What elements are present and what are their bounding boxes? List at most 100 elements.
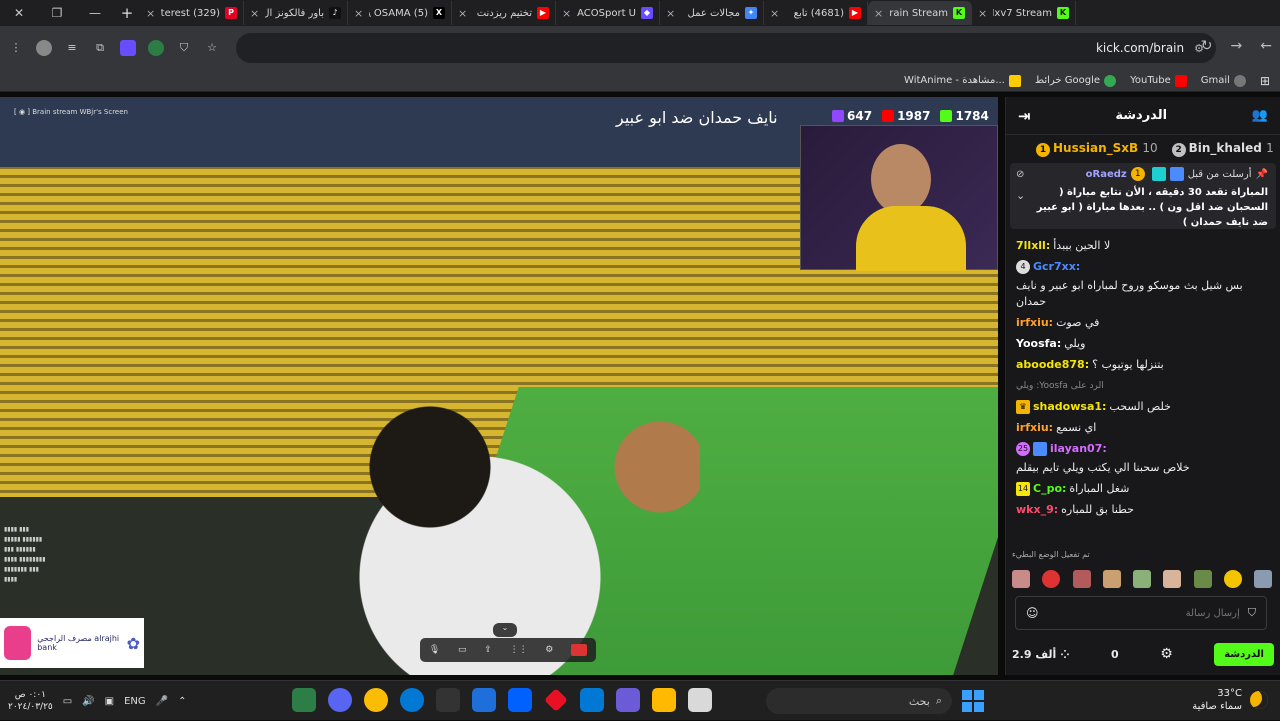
outlook-icon[interactable] <box>580 688 604 712</box>
tab-tiktok[interactable]: × باور فالكونز ال ♪ <box>244 1 348 25</box>
url-text[interactable]: kick.com/brain <box>1096 41 1184 55</box>
minimize-window-button[interactable]: — <box>76 6 114 20</box>
silver-rank-icon: 2 <box>1171 143 1186 157</box>
emote-icon[interactable] <box>1072 570 1091 588</box>
chevron-down-icon[interactable]: ⌄ <box>1016 189 1025 202</box>
close-tab-icon[interactable]: × <box>666 7 676 20</box>
battery-icon[interactable]: ▭ <box>63 696 72 707</box>
chrome-icon[interactable] <box>364 688 388 712</box>
pinned-text: المباراة تقعد 30 دقيقه ، الأن نتابع مبار… <box>1036 187 1268 228</box>
mic-icon[interactable]: 🎙 <box>429 645 440 655</box>
epic-games-icon[interactable] <box>436 688 460 712</box>
emote-icon[interactable] <box>1254 570 1272 588</box>
unpin-icon[interactable]: ⊘ <box>1016 169 1024 180</box>
bookmark-google-maps[interactable]: خرائط Google <box>1035 74 1117 87</box>
tab-nxv7-stream[interactable]: × Nxv7 Stream K <box>972 1 1076 25</box>
close-tab-icon[interactable]: × <box>458 7 468 20</box>
microphone-icon[interactable]: 🎤 <box>156 696 168 707</box>
crown-badge-icon: ♛ <box>1016 400 1030 414</box>
forward-icon[interactable]: → <box>1231 38 1243 54</box>
taskbar-app-icon[interactable] <box>544 688 568 712</box>
vip-badge-icon <box>1151 167 1166 181</box>
taskbar-app-icon[interactable] <box>472 688 496 712</box>
tab-jacosport[interactable]: × JACOSport U ◆ <box>556 1 660 25</box>
close-window-button[interactable]: ✕ <box>0 6 38 20</box>
apps-grid-icon[interactable]: ⊞ <box>1260 74 1270 88</box>
close-tab-icon[interactable]: × <box>250 7 260 20</box>
emote-icon[interactable] <box>1193 570 1212 588</box>
collapse-controls-button[interactable]: ⌄ <box>493 623 517 637</box>
grid-icon[interactable]: ⋮⋮ <box>510 645 528 655</box>
users-icon[interactable]: 👥 <box>1252 108 1268 123</box>
file-explorer-icon[interactable] <box>652 688 676 712</box>
close-tab-icon[interactable]: × <box>562 7 572 20</box>
edge-icon[interactable] <box>400 688 424 712</box>
chat-input-box: ☺ ⛉ <box>1015 596 1267 630</box>
chevron-up-icon[interactable]: ⌃ <box>178 696 186 707</box>
system-clock[interactable]: ٠:٠١ ص ٢٠٢٤/٠٣/٢٥ <box>8 689 53 713</box>
language-indicator[interactable]: ENG <box>124 696 146 707</box>
copilot-icon[interactable] <box>616 688 640 712</box>
gear-icon[interactable]: ⚙ <box>1160 646 1173 662</box>
taskbar-search[interactable]: بحث ⌕ <box>766 688 952 714</box>
close-tab-icon[interactable]: × <box>874 7 884 20</box>
network-icon[interactable]: ▣ <box>105 696 114 707</box>
window-controls: ✕ ❐ — <box>0 0 114 26</box>
bookmark-witanime[interactable]: WitAnime - مشاهدة... <box>900 74 1021 87</box>
volume-icon[interactable]: 🔊 <box>82 696 94 707</box>
close-tab-icon[interactable]: × <box>146 7 156 20</box>
sunglasses-emote-icon[interactable] <box>1223 570 1242 588</box>
restore-window-button[interactable]: ❐ <box>38 6 76 20</box>
tab-youtube-resident[interactable]: × تختيم ريزدنت ▶ <box>452 1 556 25</box>
new-tab-button[interactable]: + <box>114 4 140 22</box>
close-tab-icon[interactable]: × <box>978 7 988 20</box>
tab-youtube-follow[interactable]: × (4681) تابع ▶ <box>764 1 868 25</box>
dropbox-icon[interactable] <box>508 688 532 712</box>
collapse-chat-icon[interactable]: ⇥ <box>1018 107 1031 125</box>
leader-2[interactable]: 2 Bin_khaled 1 <box>1171 141 1274 157</box>
emote-icon[interactable] <box>1163 570 1182 588</box>
close-tab-icon[interactable]: × <box>770 7 780 20</box>
reload-icon[interactable]: ↻ <box>1201 38 1213 54</box>
chat-message: aboode878: بتنزلها يوتيوب ؟ <box>1016 358 1164 371</box>
shield-icon[interactable]: ⛉ <box>1248 606 1256 620</box>
profile-avatar[interactable] <box>36 40 52 56</box>
emote-icon[interactable] <box>1133 570 1151 588</box>
windows-start-icon[interactable] <box>962 690 984 712</box>
tab-x[interactable]: ×(5) X \ OSAMAX <box>348 1 452 25</box>
back-icon[interactable]: ← <box>1260 38 1272 54</box>
settings-icon[interactable]: ⚙ <box>545 645 553 655</box>
x-icon: X <box>433 7 445 19</box>
weather-widget[interactable]: 33°C سماء صافية <box>1192 687 1268 713</box>
emote-icon[interactable] <box>1102 570 1121 588</box>
taskbar-app-icon[interactable] <box>292 688 316 712</box>
shield-icon[interactable]: ⛉ <box>176 40 192 56</box>
tab-pinterest[interactable]: ×(329) PinterestP <box>140 1 244 25</box>
taskbar-app-icon[interactable] <box>688 688 712 712</box>
channel-points[interactable]: 0 <box>1111 648 1119 661</box>
viewer-count: 2.9 ألف ⁘ <box>1012 647 1070 661</box>
extensions-puzzle-icon[interactable]: ⧉ <box>92 40 108 56</box>
send-chat-button[interactable]: الدردشة <box>1214 642 1274 666</box>
reading-list-icon[interactable]: ≡ <box>64 40 80 56</box>
pinned-username[interactable]: oRaedz <box>1086 169 1127 180</box>
address-bar[interactable]: kick.com/brain ⚙ <box>236 33 1216 63</box>
extension-badge-icon[interactable] <box>148 40 164 56</box>
emoji-icon[interactable]: ☺ <box>1026 606 1039 620</box>
chat-message-input[interactable] <box>1046 607 1240 619</box>
bookmark-star-icon[interactable]: ☆ <box>204 40 220 56</box>
share-icon[interactable]: ⇪ <box>484 645 492 655</box>
bookmark-youtube[interactable]: YouTube <box>1130 74 1187 87</box>
discord-icon[interactable] <box>328 688 352 712</box>
camera-icon[interactable]: ▭ <box>458 645 467 655</box>
extension-icon[interactable] <box>120 40 136 56</box>
heart-emote-icon[interactable] <box>1042 570 1061 588</box>
tab-gemini[interactable]: × مجالات عمل ✦ <box>660 1 764 25</box>
close-tab-icon[interactable]: × <box>354 7 364 20</box>
tab-brain-stream[interactable]: ×Brain StreamK <box>868 1 972 25</box>
bookmark-gmail[interactable]: Gmail <box>1201 74 1246 87</box>
leader-1[interactable]: 1 Hussian_SxB 10 <box>1036 141 1158 157</box>
end-call-button[interactable] <box>571 644 588 656</box>
menu-kebab-icon[interactable]: ⋮ <box>8 40 24 56</box>
emote-icon[interactable] <box>1012 570 1030 588</box>
